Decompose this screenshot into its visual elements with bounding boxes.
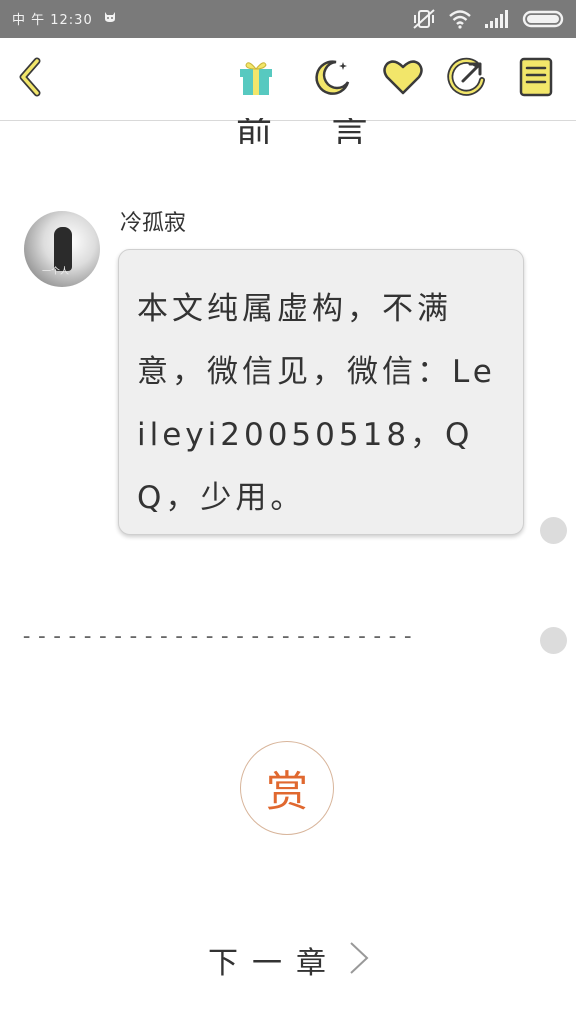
- reader-toolbar: [0, 38, 576, 121]
- status-bar: 中 午 12:30: [0, 0, 576, 38]
- gift-button[interactable]: [234, 57, 278, 101]
- share-button[interactable]: [445, 57, 489, 101]
- heart-icon: [382, 58, 424, 100]
- wifi-icon: [448, 9, 472, 33]
- comment-bubble: 本文纯属虚构，不满意，微信见，微信：Leileyi20050518，QQ，少用。: [118, 249, 524, 535]
- gift-icon: [236, 57, 276, 101]
- battery-icon: [522, 9, 566, 33]
- night-mode-button[interactable]: [311, 57, 355, 101]
- next-chapter-label: 下一章: [208, 946, 340, 981]
- cat-icon: [103, 11, 117, 27]
- status-time: 中 午 12:30: [12, 13, 93, 28]
- avatar[interactable]: 一个人: [24, 211, 100, 287]
- scroll-handle[interactable]: [540, 517, 567, 544]
- reward-label: 赏: [265, 766, 308, 816]
- catalog-button[interactable]: [514, 57, 558, 101]
- signal-icon: [484, 9, 510, 33]
- back-icon: [13, 57, 47, 101]
- section-divider: --------------------------: [20, 624, 417, 644]
- reward-button[interactable]: 赏: [240, 741, 334, 835]
- next-chapter-button[interactable]: 下一章: [208, 938, 370, 982]
- moon-icon: [312, 56, 354, 102]
- comment-username: 冷孤寂: [120, 211, 187, 236]
- scroll-handle[interactable]: [540, 627, 567, 654]
- comment-text: 本文纯属虚构，不满意，微信见，微信：Leileyi20050518，QQ，少用。: [137, 291, 496, 516]
- status-right: [412, 8, 566, 34]
- chevron-right-icon: [348, 940, 370, 980]
- vibrate-off-icon: [412, 8, 436, 34]
- share-icon: [446, 56, 488, 102]
- back-button[interactable]: [8, 57, 52, 101]
- status-left: 中 午 12:30: [12, 9, 117, 28]
- favorite-button[interactable]: [381, 57, 425, 101]
- avatar-caption: 一个人: [42, 267, 70, 277]
- book-icon: [518, 56, 554, 102]
